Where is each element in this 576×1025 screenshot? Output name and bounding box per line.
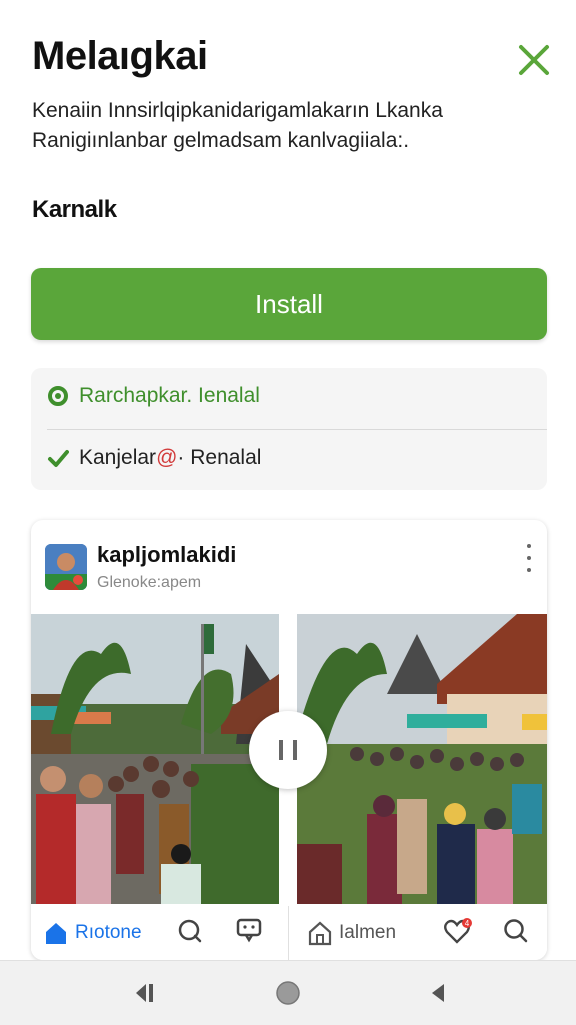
description-line-2: Ranigiınlanbar gelmadsam kanlvagiiala:. xyxy=(32,129,410,152)
close-button[interactable] xyxy=(512,38,556,82)
post-username[interactable]: kapljomlakidi xyxy=(97,542,236,568)
home-icon xyxy=(46,923,66,944)
feature-label-check-a: Kanjelar xyxy=(79,446,157,469)
tab-home-label: Rıotone xyxy=(75,922,142,943)
tab-second[interactable]: Ialmen xyxy=(307,920,396,946)
search-icon xyxy=(504,919,528,943)
search-button-2[interactable] xyxy=(503,918,529,944)
message-icon xyxy=(236,918,262,943)
section-subtitle: Karnalk xyxy=(32,196,117,223)
more-dot-icon xyxy=(527,568,531,572)
message-button[interactable] xyxy=(235,916,263,944)
post-photo-right[interactable] xyxy=(297,614,547,904)
pause-bar-icon xyxy=(279,740,283,760)
heart-icon: 4 xyxy=(444,918,472,944)
feature-item-check[interactable]: Kanjelar @ · Renalal xyxy=(47,446,261,470)
recents-icon xyxy=(136,984,153,1002)
more-dot-icon xyxy=(527,544,531,548)
feature-item-refresh[interactable]: Rarchapkar. Ienalal xyxy=(47,384,260,408)
nav-back-button[interactable] xyxy=(420,975,456,1011)
feature-label-check-at: @ xyxy=(156,446,178,469)
more-dot-icon xyxy=(527,556,531,560)
post-bottom-tabs: Rıotone Ialmen 4 xyxy=(31,906,547,960)
feature-label-check-c: · Renalal xyxy=(177,446,262,469)
more-options-button[interactable] xyxy=(521,544,537,572)
check-icon xyxy=(47,447,69,469)
pause-bar-icon xyxy=(293,740,297,760)
app-description: Kenaiin Innsirlqipkanidarigamlakarın Lka… xyxy=(32,96,532,156)
post-photo-left[interactable] xyxy=(31,614,279,904)
nav-home-button[interactable] xyxy=(270,975,306,1011)
features-divider xyxy=(47,429,547,430)
favorites-badge: 4 xyxy=(465,919,470,928)
favorites-button[interactable]: 4 xyxy=(443,918,473,946)
system-nav-bar xyxy=(0,960,576,1025)
nav-recents-button[interactable] xyxy=(126,975,162,1011)
search-icon xyxy=(178,919,202,943)
install-button[interactable]: Install xyxy=(31,268,547,340)
refresh-icon xyxy=(47,385,69,407)
back-icon xyxy=(432,984,444,1002)
post-subtext: Glenoke:apem xyxy=(97,574,202,591)
avatar[interactable] xyxy=(45,544,87,590)
tab-home[interactable]: Rıotone xyxy=(43,920,142,946)
home-circle-icon xyxy=(276,981,300,1005)
feature-label-refresh: Rarchapkar. Ienalal xyxy=(79,384,260,407)
post-card: kapljomlakidi Glenoke:apem Rıotone Ialme… xyxy=(31,520,547,960)
tab-separator xyxy=(288,906,289,960)
search-button[interactable] xyxy=(177,918,203,944)
app-title: Melaıgkai xyxy=(32,34,208,78)
tab-second-label: Ialmen xyxy=(339,922,397,943)
close-icon xyxy=(519,45,549,75)
pause-button[interactable] xyxy=(249,711,327,789)
house-outline-icon xyxy=(308,921,332,946)
features-card: Rarchapkar. Ienalal Kanjelar @ · Renalal xyxy=(31,368,547,490)
description-line-1: Kenaiin Innsirlqipkanidarigamlakarın Lka… xyxy=(32,99,443,122)
